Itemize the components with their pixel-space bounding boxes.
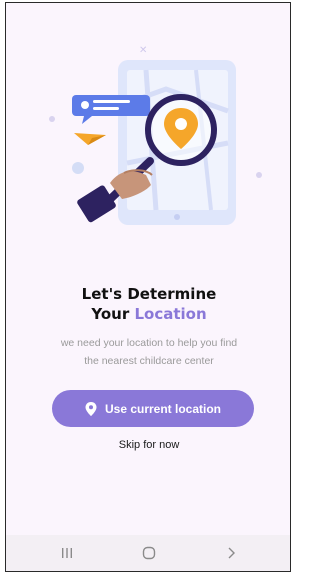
recents-button[interactable] <box>47 538 87 568</box>
onboarding-subtitle: we need your location to help you find t… <box>6 334 290 370</box>
use-current-location-label: Use current location <box>104 401 222 416</box>
title-line-2: Your Location <box>6 304 290 324</box>
skip-for-now-link[interactable]: Skip for now <box>6 439 290 451</box>
back-button[interactable] <box>211 538 251 568</box>
onboarding-title: Let's Determine Your Location <box>6 284 290 324</box>
title-accent: Location <box>134 305 207 323</box>
back-icon <box>228 547 235 559</box>
use-current-location-button[interactable]: Use current location <box>52 390 254 427</box>
location-search-illustration: ✕ <box>49 45 262 225</box>
title-line-1: Let's Determine <box>81 285 217 303</box>
system-navigation-bar <box>6 535 290 571</box>
home-icon <box>142 546 156 560</box>
home-button[interactable] <box>129 538 169 568</box>
subtitle-line-2: the nearest childcare center <box>84 355 214 367</box>
location-pin-icon <box>85 401 97 416</box>
svg-text:✕: ✕ <box>139 45 147 56</box>
title-your: Your <box>91 305 130 323</box>
subtitle-line-1: we need your location to help you find <box>60 337 238 349</box>
recents-icon <box>62 548 72 558</box>
phone-screen: ✕ Let's Determine Your Location we need … <box>5 2 291 572</box>
